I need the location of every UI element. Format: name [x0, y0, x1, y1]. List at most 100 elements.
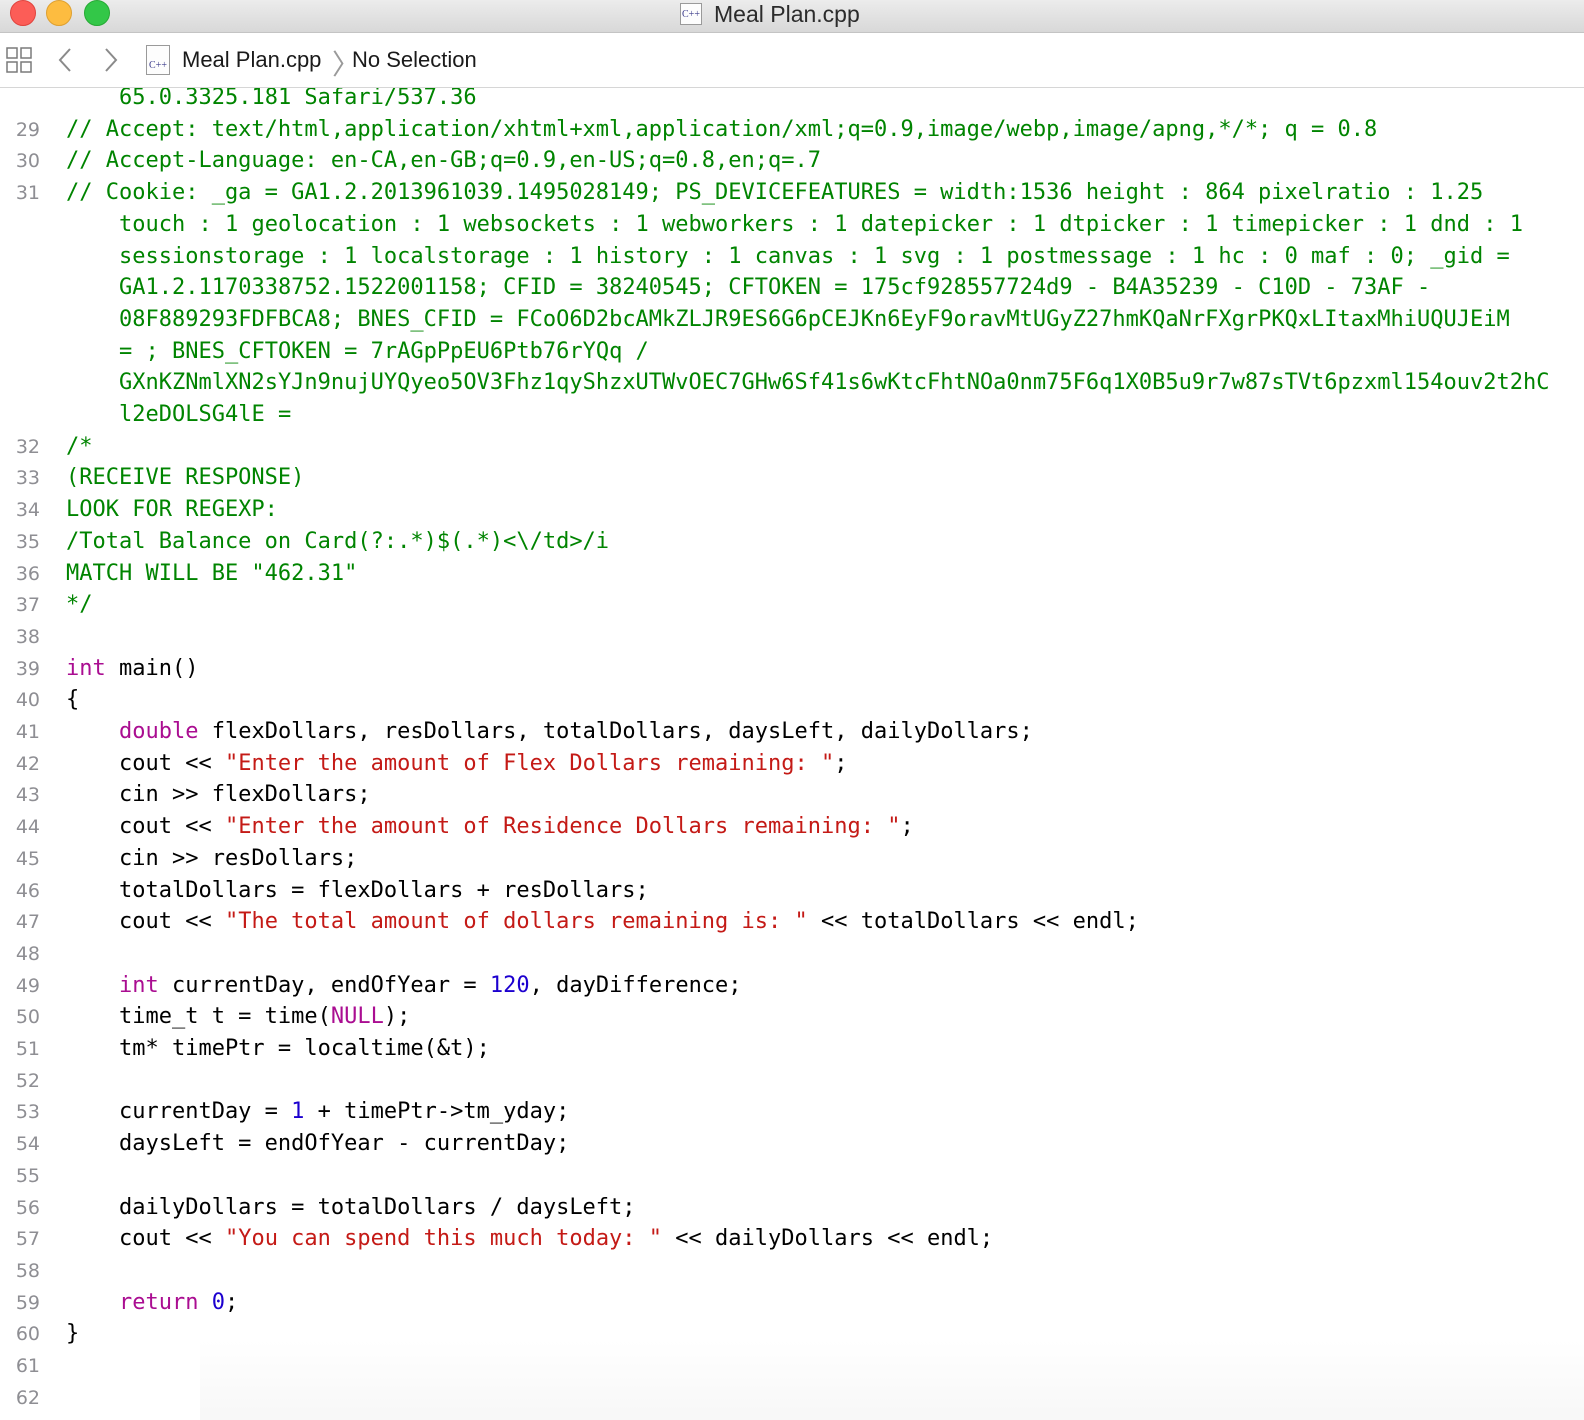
code-line[interactable]: 62	[0, 1382, 1584, 1414]
xcode-window: C++ Meal Plan.cpp C++ Meal Plan.cpp 〉 No…	[0, 0, 1584, 1420]
code-line[interactable]: GA1.2.1170338752.1522001158; CFID = 3824…	[0, 272, 1584, 304]
line-number: 50	[15, 1006, 40, 1029]
code-line[interactable]: 36 MATCH WILL BE "462.31"	[0, 558, 1584, 590]
code-text: cout << "You can spend this much today: …	[66, 1226, 994, 1252]
code-line[interactable]: 37 */	[0, 589, 1584, 621]
code-line[interactable]: 55	[0, 1160, 1584, 1192]
line-number: 33	[15, 467, 40, 490]
code-line[interactable]: 08F889293FDFBCA8; BNES_CFID = FCoO6D2bcA…	[0, 304, 1584, 336]
code-text: = ; BNES_CFTOKEN = 7rAGpPpEU6Ptb76rYQq /	[119, 338, 649, 364]
line-number: 51	[15, 1038, 40, 1060]
code-text: dailyDollars = totalDollars / daysLeft;	[66, 1194, 636, 1220]
code-line[interactable]: 45 cin >> resDollars;	[0, 843, 1584, 875]
code-line[interactable]: 33 (RECEIVE RESPONSE)	[0, 462, 1584, 494]
line-number: 42	[15, 752, 40, 775]
line-number: 29	[15, 118, 40, 141]
code-line[interactable]: 54 daysLeft = endOfYear - currentDay;	[0, 1128, 1584, 1160]
code-line[interactable]: 39 int main()	[0, 653, 1584, 685]
cpp-file-icon: C++	[680, 3, 702, 25]
zoom-window-button[interactable]	[84, 0, 110, 26]
code-line[interactable]: 51 tm* timePtr = localtime(&t);	[0, 1033, 1584, 1065]
code-text: cout << "Enter the amount of Flex Dollar…	[66, 750, 848, 776]
breadcrumb-selection[interactable]: No Selection	[352, 47, 477, 73]
code-line[interactable]: 49 int currentDay, endOfYear = 120, dayD…	[0, 970, 1584, 1002]
line-number: 30	[15, 150, 40, 173]
code-text: GA1.2.1170338752.1522001158; CFID = 3824…	[119, 275, 1431, 301]
code-text: sessionstorage : 1 localstorage : 1 hist…	[119, 243, 1510, 269]
code-line[interactable]: 58	[0, 1255, 1584, 1287]
line-number: 36	[15, 562, 40, 585]
close-window-button[interactable]	[10, 0, 36, 26]
code-line[interactable]: 35/Total Balance on Card(?:.*)$(.*)<\/td…	[0, 526, 1584, 558]
code-line[interactable]: 34 LOOK FOR REGEXP:	[0, 494, 1584, 526]
line-number: 38	[15, 625, 40, 648]
code-line[interactable]: touch : 1 geolocation : 1 websockets : 1…	[0, 209, 1584, 241]
title-bar: C++ Meal Plan.cpp	[0, 0, 1584, 33]
code-line[interactable]: 53 currentDay = 1 + timePtr->tm_yday;	[0, 1096, 1584, 1128]
code-line[interactable]: 56 dailyDollars = totalDollars / daysLef…	[0, 1192, 1584, 1224]
code-line[interactable]: 65.0.3325.181 Safari/537.36	[0, 88, 1584, 114]
code-text: /Total Balance on Card(?:.*)$(.*)<\/td>/…	[66, 528, 610, 554]
minimize-window-button[interactable]	[46, 0, 72, 26]
breadcrumb-file[interactable]: Meal Plan.cpp	[182, 47, 321, 73]
code-text: time_t t = time(NULL);	[66, 1004, 411, 1030]
code-line[interactable]: 43 cin >> flexDollars;	[0, 779, 1584, 811]
code-line[interactable]: 32 /*	[0, 431, 1584, 463]
code-text: totalDollars = flexDollars + resDollars;	[66, 877, 649, 903]
code-text: 65.0.3325.181 Safari/537.36	[119, 88, 477, 110]
line-number: 31	[15, 182, 40, 205]
line-number: 59	[15, 1291, 40, 1314]
code-line[interactable]: 42 cout << "Enter the amount of Flex Dol…	[0, 748, 1584, 780]
code-text: touch : 1 geolocation : 1 websockets : 1…	[119, 211, 1523, 237]
line-number: 54	[15, 1133, 40, 1156]
chevron-right-icon[interactable]	[100, 45, 120, 75]
code-line[interactable]: 48	[0, 938, 1584, 970]
code-line[interactable]: sessionstorage : 1 localstorage : 1 hist…	[0, 241, 1584, 273]
line-number: 62	[15, 1386, 40, 1409]
code-line[interactable]: 44 cout << "Enter the amount of Residenc…	[0, 811, 1584, 843]
code-line[interactable]: 31 // Cookie: _ga = GA1.2.2013961039.1495…	[0, 177, 1584, 209]
line-number: 40	[15, 689, 40, 712]
code-text: 08F889293FDFBCA8; BNES_CFID = FCoO6D2bcA…	[119, 306, 1510, 332]
code-line[interactable]: 47 cout << "The total amount of dollars …	[0, 906, 1584, 938]
jump-bar: C++ Meal Plan.cpp 〉 No Selection	[0, 33, 1584, 88]
code-text: daysLeft = endOfYear - currentDay;	[66, 1131, 570, 1157]
code-text: double flexDollars, resDollars, totalDol…	[118, 719, 1033, 744]
line-number: 52	[15, 1069, 40, 1092]
code-text: GXnKZNmlXN2sYJn9nujUYQyeo5OV3Fhz1qyShzxU…	[119, 370, 1550, 396]
code-line[interactable]: 50 time_t t = time(NULL);	[0, 1001, 1584, 1033]
code-line[interactable]: 61	[0, 1350, 1584, 1382]
code-line[interactable]: 52	[0, 1065, 1584, 1097]
line-number: 39	[15, 657, 40, 680]
code-line[interactable]: 59 return 0;	[0, 1287, 1584, 1319]
line-number: 32	[15, 435, 40, 458]
cpp-file-icon: C++	[146, 45, 170, 75]
related-items-grid-icon[interactable]	[6, 47, 32, 73]
chevron-left-icon[interactable]	[56, 45, 76, 75]
code-line[interactable]: l2eDOLSG4lE =	[0, 399, 1584, 431]
code-line[interactable]: 41 double flexDollars, resDollars, total…	[0, 716, 1584, 748]
line-number: 56	[15, 1196, 40, 1219]
code-text: cout << "Enter the amount of Residence D…	[66, 814, 914, 840]
code-line[interactable]: 38	[0, 621, 1584, 653]
line-number: 37	[15, 594, 40, 617]
line-number: 35	[15, 530, 40, 553]
code-text: }	[66, 1321, 80, 1347]
code-text: */	[66, 592, 93, 618]
code-line[interactable]: = ; BNES_CFTOKEN = 7rAGpPpEU6Ptb76rYQq /	[0, 336, 1584, 368]
code-line[interactable]: 46 totalDollars = flexDollars + resDolla…	[0, 875, 1584, 907]
code-line[interactable]: GXnKZNmlXN2sYJn9nujUYQyeo5OV3Fhz1qyShzxU…	[0, 367, 1584, 399]
line-number: 60	[15, 1323, 40, 1346]
code-text: /*	[66, 433, 93, 459]
code-line[interactable]: 40 {	[0, 684, 1584, 716]
source-editor[interactable]: 65.0.3325.181 Safari/537.36 29 // Accept: …	[0, 88, 1584, 1420]
code-line[interactable]: 57 cout << "You can spend this much toda…	[0, 1223, 1584, 1255]
code-text: (RECEIVE RESPONSE)	[66, 465, 305, 491]
code-line[interactable]: 60}	[0, 1318, 1584, 1350]
line-number: 49	[15, 974, 40, 997]
line-number: 53	[15, 1101, 40, 1124]
window-title-group: C++ Meal Plan.cpp	[680, 0, 860, 28]
code-line[interactable]: 30 // Accept-Language: en-CA,en-GB;q=0.9,…	[0, 145, 1584, 177]
line-number: 55	[15, 1164, 40, 1187]
code-line[interactable]: 29 // Accept: text/html,application/xhtml…	[0, 114, 1584, 146]
